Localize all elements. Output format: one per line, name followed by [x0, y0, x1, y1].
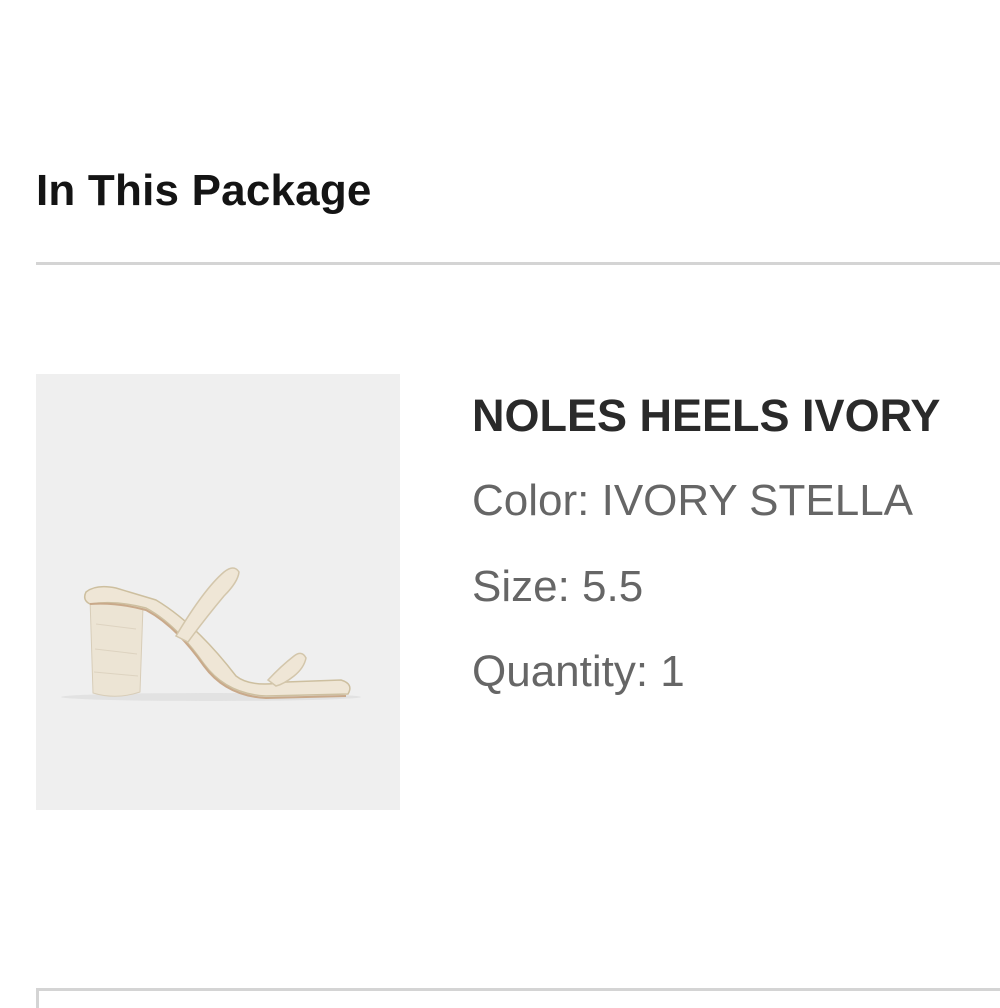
- next-section-box: [36, 988, 1000, 1008]
- sandal-illustration: [61, 567, 361, 701]
- section-divider: [36, 262, 1000, 265]
- product-color: Color: IVORY STELLA: [472, 476, 914, 525]
- section-title: In This Package: [36, 166, 372, 215]
- product-quantity: Quantity: 1: [472, 647, 685, 696]
- product-size: Size: 5.5: [472, 562, 644, 611]
- product-image[interactable]: [36, 374, 400, 810]
- product-name[interactable]: NOLES HEELS IVORY: [472, 390, 940, 442]
